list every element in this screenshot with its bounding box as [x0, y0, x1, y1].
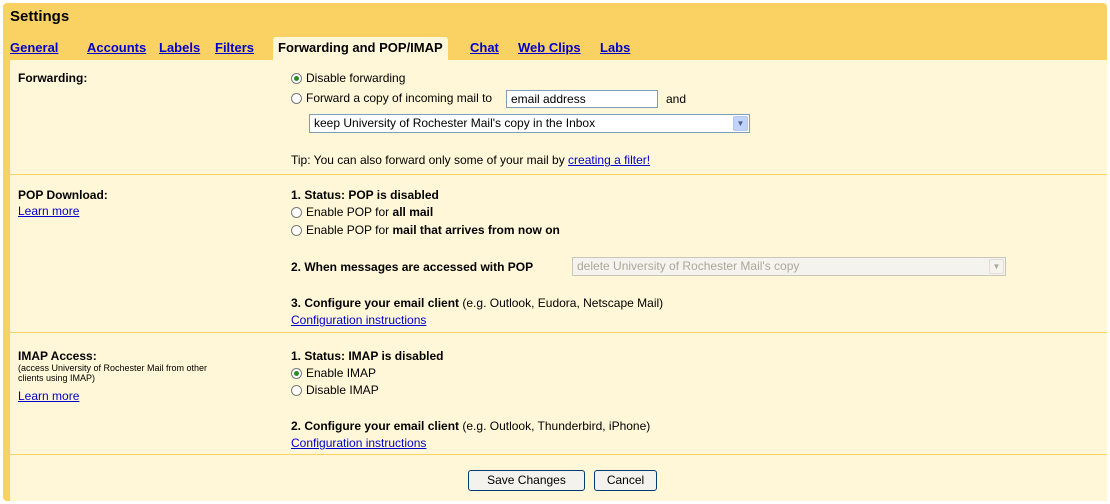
- pop-action-select[interactable]: delete University of Rochester Mail's co…: [572, 257, 1006, 276]
- tip-text: Tip: You can also forward only some of y…: [291, 153, 565, 167]
- forwarding-tip: Tip: You can also forward only some of y…: [291, 153, 650, 167]
- imap-configure-text: 2. Configure your email client (e.g. Out…: [291, 419, 650, 433]
- cancel-button[interactable]: Cancel: [594, 470, 657, 491]
- imap-access-label: IMAP Access:: [18, 349, 97, 363]
- enable-pop-all-bold: all mail: [392, 205, 434, 219]
- enable-pop-new-text: Enable POP for: [306, 223, 390, 237]
- enable-pop-all-text: Enable POP for: [306, 205, 390, 219]
- imap-config-instructions-link[interactable]: Configuration instructions: [291, 436, 426, 450]
- imap-status: 1. Status: IMAP is disabled: [291, 349, 444, 363]
- tab-general[interactable]: General: [10, 37, 58, 60]
- pop-configure-rest: (e.g. Outlook, Eudora, Netscape Mail): [462, 296, 664, 310]
- imap-configure-bold: 2. Configure your email client: [291, 419, 460, 433]
- settings-panel: Forwarding: Disable forwarding Forward a…: [10, 60, 1107, 501]
- pop-config-instructions-link[interactable]: Configuration instructions: [291, 313, 426, 327]
- page-title: Settings: [10, 8, 70, 25]
- and-text: and: [666, 92, 687, 106]
- forward-email-field[interactable]: email address: [506, 90, 658, 108]
- imap-section: IMAP Access: (access University of Roche…: [10, 333, 1107, 455]
- enable-pop-all-option[interactable]: Enable POP for all mail: [291, 205, 433, 219]
- pop-status: 1. Status: POP is disabled: [291, 188, 439, 202]
- creating-filter-link[interactable]: creating a filter!: [568, 153, 650, 167]
- disable-forwarding-text: Disable forwarding: [306, 71, 406, 85]
- chevron-down-icon[interactable]: ▼: [989, 259, 1004, 274]
- disable-forwarding-radio[interactable]: [291, 73, 302, 84]
- disable-imap-radio[interactable]: [291, 385, 302, 396]
- pop-learn-more-link[interactable]: Learn more: [18, 204, 79, 218]
- settings-frame: Settings General Accounts Labels Filters…: [3, 3, 1107, 501]
- tab-web-clips[interactable]: Web Clips: [518, 37, 581, 60]
- enable-imap-text: Enable IMAP: [306, 366, 377, 380]
- pop-action-value: delete University of Rochester Mail's co…: [577, 259, 800, 273]
- disable-forwarding-option[interactable]: Disable forwarding: [291, 71, 405, 85]
- imap-learn-more-link[interactable]: Learn more: [18, 389, 79, 403]
- chevron-down-icon[interactable]: ▼: [733, 116, 748, 131]
- disable-imap-option[interactable]: Disable IMAP: [291, 383, 379, 397]
- forward-copy-text: Forward a copy of incoming mail to: [306, 91, 493, 105]
- imap-configure-rest: (e.g. Outlook, Thunderbird, iPhone): [462, 419, 651, 433]
- tab-forwarding-pop-imap[interactable]: Forwarding and POP/IMAP: [273, 37, 448, 60]
- imap-access-note: (access University of Rochester Mail fro…: [18, 363, 208, 383]
- save-changes-button[interactable]: Save Changes: [468, 470, 585, 491]
- enable-imap-option[interactable]: Enable IMAP: [291, 366, 376, 380]
- tab-chat[interactable]: Chat: [470, 37, 499, 60]
- tab-accounts[interactable]: Accounts: [87, 37, 146, 60]
- forward-action-select[interactable]: keep University of Rochester Mail's copy…: [309, 114, 750, 133]
- forwarding-label: Forwarding:: [18, 71, 88, 85]
- forward-action-value: keep University of Rochester Mail's copy…: [314, 116, 596, 130]
- forward-copy-option[interactable]: Forward a copy of incoming mail to: [291, 91, 492, 105]
- tab-labs[interactable]: Labs: [600, 37, 630, 60]
- enable-pop-new-option[interactable]: Enable POP for mail that arrives from no…: [291, 223, 560, 237]
- enable-imap-radio[interactable]: [291, 368, 302, 379]
- pop-configure-text: 3. Configure your email client (e.g. Out…: [291, 296, 663, 310]
- tab-filters[interactable]: Filters: [215, 37, 254, 60]
- tab-labels[interactable]: Labels: [159, 37, 200, 60]
- pop-configure-bold: 3. Configure your email client: [291, 296, 460, 310]
- enable-pop-all-radio[interactable]: [291, 207, 302, 218]
- pop-section: POP Download: Learn more 1. Status: POP …: [10, 175, 1107, 333]
- forward-copy-radio[interactable]: [291, 93, 302, 104]
- enable-pop-new-bold: mail that arrives from now on: [392, 223, 560, 237]
- enable-pop-new-radio[interactable]: [291, 225, 302, 236]
- pop-when-accessed-label: 2. When messages are accessed with POP: [291, 260, 534, 274]
- pop-download-label: POP Download:: [18, 188, 108, 202]
- forwarding-section: Forwarding: Disable forwarding Forward a…: [10, 60, 1107, 175]
- disable-imap-text: Disable IMAP: [306, 383, 379, 397]
